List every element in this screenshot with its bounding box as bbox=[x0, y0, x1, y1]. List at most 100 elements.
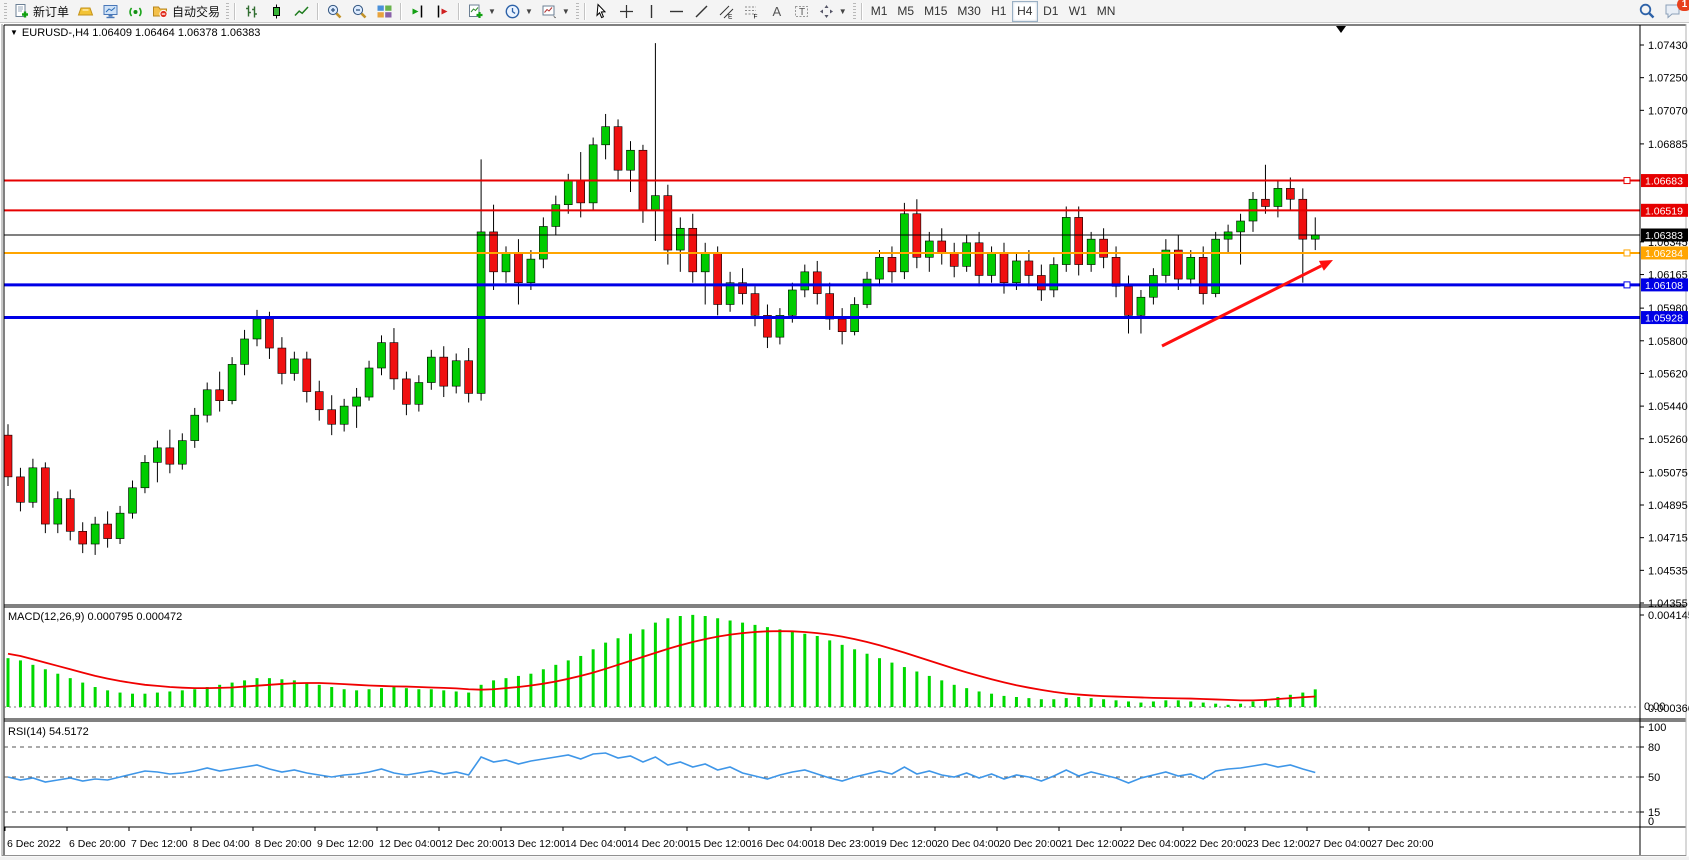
fibonacci-icon: F bbox=[743, 3, 760, 20]
time-axis-label: 12 Dec 04:00 bbox=[379, 838, 442, 850]
price-label-text: 1.06519 bbox=[1645, 205, 1683, 217]
terminal-button[interactable] bbox=[98, 1, 123, 22]
search-button[interactable] bbox=[1634, 1, 1660, 22]
price-label-text: 1.06383 bbox=[1645, 230, 1683, 242]
vertical-line-icon bbox=[643, 3, 660, 20]
svg-text:E: E bbox=[728, 13, 733, 20]
crosshair-icon bbox=[618, 3, 635, 20]
arrows-icon bbox=[818, 3, 835, 20]
mt4-terminal: { "toolbar": { "new_order_label": "新订单",… bbox=[0, 0, 1689, 860]
time-axis-label: 13 Dec 12:00 bbox=[503, 838, 566, 850]
time-axis-label: 20 Dec 20:00 bbox=[999, 838, 1062, 850]
new-order-icon bbox=[13, 3, 30, 20]
timeframe-D1[interactable]: D1 bbox=[1038, 1, 1064, 22]
line-handle[interactable] bbox=[1624, 282, 1630, 288]
text-label-icon: T bbox=[793, 3, 810, 20]
toolbar-grip[interactable] bbox=[226, 3, 229, 19]
templates-button[interactable]: ▼ bbox=[537, 1, 574, 22]
market-button[interactable] bbox=[73, 1, 98, 22]
chart-shift-icon bbox=[434, 3, 451, 20]
dropdown-caret: ▼ bbox=[562, 7, 570, 16]
timeframe-MN[interactable]: MN bbox=[1092, 1, 1121, 22]
time-axis-label: 16 Dec 04:00 bbox=[751, 838, 814, 850]
timeframe-M1[interactable]: M1 bbox=[866, 1, 893, 22]
fibonacci-tool-button[interactable]: F bbox=[739, 1, 764, 22]
rsi-axis-tick: 0 bbox=[1648, 816, 1654, 828]
timeframe-W1[interactable]: W1 bbox=[1064, 1, 1092, 22]
periods-button[interactable]: ▼ bbox=[500, 1, 537, 22]
time-axis-label: 14 Dec 20:00 bbox=[627, 838, 690, 850]
chart-canvas[interactable]: 1.074301.072501.070701.068851.063451.061… bbox=[0, 0, 1689, 860]
dropdown-caret: ▼ bbox=[525, 7, 533, 16]
cursor-tool-button[interactable] bbox=[589, 1, 614, 22]
text-label-tool-button[interactable]: T bbox=[789, 1, 814, 22]
zoom-in-icon bbox=[326, 3, 343, 20]
timeframe-H1[interactable]: H1 bbox=[986, 1, 1012, 22]
gold-ingot-icon bbox=[77, 3, 94, 20]
time-axis-label: 18 Dec 23:00 bbox=[813, 838, 876, 850]
rsi-axis-tick: 80 bbox=[1648, 742, 1660, 754]
price-axis-tick: 1.04535 bbox=[1648, 565, 1688, 577]
indicators-button[interactable]: ▼ bbox=[463, 1, 500, 22]
timeframe-M5[interactable]: M5 bbox=[892, 1, 919, 22]
price-axis-tick: 1.07430 bbox=[1648, 40, 1688, 52]
toolbar-grip[interactable] bbox=[4, 3, 7, 19]
tile-windows-button[interactable] bbox=[372, 1, 397, 22]
autotrading-button[interactable]: 自动交易 bbox=[148, 1, 224, 22]
toolbar-right: 1 bbox=[1634, 1, 1687, 22]
vertical-line-tool-button[interactable] bbox=[639, 1, 664, 22]
dropdown-caret: ▼ bbox=[839, 7, 847, 16]
new-order-button[interactable]: 新订单 bbox=[9, 1, 73, 22]
rsi-axis-tick: 100 bbox=[1648, 722, 1666, 734]
price-axis-tick: 1.05260 bbox=[1648, 434, 1688, 446]
toolbar-grip[interactable] bbox=[576, 3, 579, 19]
timeframe-H4[interactable]: H4 bbox=[1012, 1, 1038, 22]
price-label-text: 1.06683 bbox=[1645, 176, 1683, 188]
chart-shift-button[interactable] bbox=[430, 1, 455, 22]
time-axis-label: 8 Dec 20:00 bbox=[255, 838, 312, 850]
arrows-tool-button[interactable]: ▼ bbox=[814, 1, 851, 22]
notifications-button[interactable]: 1 bbox=[1660, 1, 1687, 22]
svg-text:F: F bbox=[753, 13, 757, 20]
horizontal-line-tool-button[interactable] bbox=[664, 1, 689, 22]
macd-axis-max: 0.004145 bbox=[1648, 610, 1689, 622]
candlestick-mode-button[interactable] bbox=[264, 1, 289, 22]
notification-badge: 1 bbox=[1677, 0, 1689, 11]
price-axis-tick: 1.07070 bbox=[1648, 105, 1688, 117]
toolbar-grip[interactable] bbox=[853, 3, 856, 19]
zoom-in-button[interactable] bbox=[322, 1, 347, 22]
text-tool-button[interactable]: A bbox=[764, 1, 789, 22]
trendline-tool-button[interactable] bbox=[689, 1, 714, 22]
price-axis-tick: 1.04715 bbox=[1648, 533, 1688, 545]
time-axis-label: 27 Dec 04:00 bbox=[1309, 838, 1372, 850]
timeframe-M15[interactable]: M15 bbox=[919, 1, 952, 22]
price-label-text: 1.05928 bbox=[1645, 313, 1683, 325]
bar-chart-mode-button[interactable] bbox=[239, 1, 264, 22]
time-axis-label: 21 Dec 12:00 bbox=[1061, 838, 1124, 850]
time-axis-label: 19 Dec 12:00 bbox=[875, 838, 938, 850]
zoom-out-button[interactable] bbox=[347, 1, 372, 22]
search-icon bbox=[1638, 2, 1656, 20]
timeframe-M30[interactable]: M30 bbox=[952, 1, 985, 22]
equidistant-channel-icon: E bbox=[718, 3, 735, 20]
auto-scroll-button[interactable] bbox=[405, 1, 430, 22]
line-handle[interactable] bbox=[1624, 250, 1630, 256]
rsi-axis-tick: 50 bbox=[1648, 772, 1660, 784]
time-axis-label: 9 Dec 12:00 bbox=[317, 838, 374, 850]
channel-tool-button[interactable]: E bbox=[714, 1, 739, 22]
price-axis-tick: 1.04355 bbox=[1648, 598, 1688, 610]
price-axis-tick: 1.04895 bbox=[1648, 500, 1688, 512]
price-axis-tick: 1.07250 bbox=[1648, 73, 1688, 85]
new-order-label: 新订单 bbox=[33, 3, 69, 20]
time-axis-label: 6 Dec 2022 bbox=[7, 838, 61, 850]
trendline-icon bbox=[693, 3, 710, 20]
candlestick-icon bbox=[268, 3, 285, 20]
line-chart-icon bbox=[293, 3, 310, 20]
price-label-text: 1.06284 bbox=[1645, 248, 1683, 260]
indicators-icon bbox=[467, 3, 484, 20]
crosshair-tool-button[interactable] bbox=[614, 1, 639, 22]
signals-button[interactable] bbox=[123, 1, 148, 22]
line-handle[interactable] bbox=[1624, 178, 1630, 184]
line-chart-mode-button[interactable] bbox=[289, 1, 314, 22]
dropdown-caret: ▼ bbox=[488, 7, 496, 16]
